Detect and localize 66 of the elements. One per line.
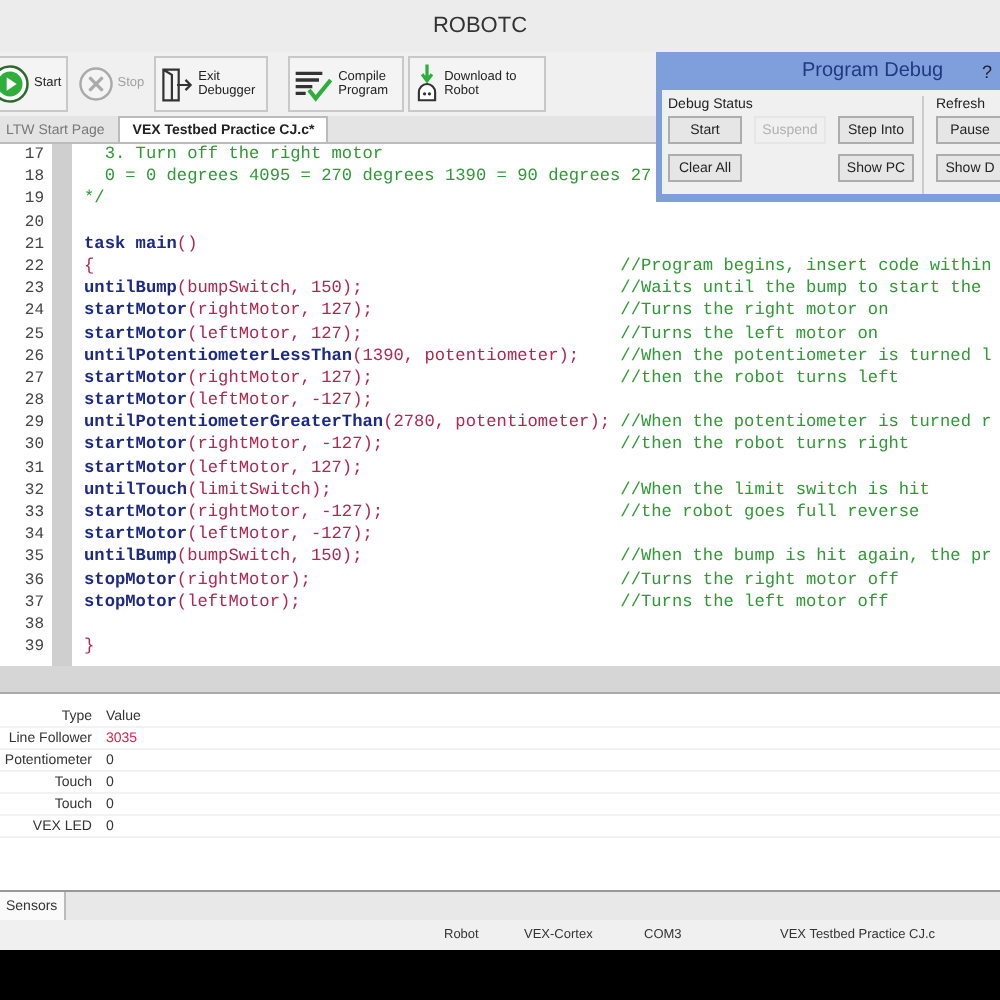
stop-icon xyxy=(77,66,114,102)
code-text: 0 = 0 degrees 4095 = 270 degrees 1390 = 90 degrees 27 xyxy=(104,166,652,189)
code-text: startMotor(rightMotor, 127); xyxy=(84,300,375,323)
line-number: 35 xyxy=(24,546,44,570)
code-comment: //Turns the right motor on xyxy=(620,300,889,323)
code-text: task main() xyxy=(84,233,198,256)
code-comment: //Waits until the bump to start the xyxy=(620,278,982,301)
help-button[interactable]: ? xyxy=(982,61,993,81)
line-number: 22 xyxy=(24,255,44,279)
line-number: 39 xyxy=(24,636,44,659)
code-comment: //Turns the left motor off xyxy=(620,591,889,614)
line-number: 32 xyxy=(24,479,44,502)
code-comment: //then the robot turns right xyxy=(620,434,910,458)
code-comment: //When the potentiometer is turned r xyxy=(620,412,992,435)
play-icon xyxy=(0,64,30,104)
code-text: untilPotentiometerGreaterThan(2780, potentiometer); xyxy=(84,412,613,435)
code-text: startMotor(rightMotor, 127); xyxy=(84,367,375,391)
code-comment: //the robot goes full reverse xyxy=(620,502,920,525)
code-text: { xyxy=(84,255,97,279)
line-number: 24 xyxy=(24,300,44,323)
dialog-title: Program Debug xyxy=(802,60,944,82)
line-number: 30 xyxy=(24,434,44,458)
code-comment: //When the bump is hit again, the pr xyxy=(620,546,992,570)
window-title: ROBOTC xyxy=(432,14,528,38)
code-text: */ xyxy=(84,188,105,212)
exit-door-icon xyxy=(160,65,195,103)
line-number: 19 xyxy=(24,188,44,212)
compile-check-icon xyxy=(294,67,335,101)
code-text: stopMotor(leftMotor); xyxy=(84,591,303,614)
line-number: 27 xyxy=(24,367,44,391)
code-text: untilBump(bumpSwitch, 150); xyxy=(84,278,365,301)
code-text: stopMotor(rightMotor); xyxy=(84,569,313,592)
line-number: 29 xyxy=(24,412,44,435)
code-text: untilBump(bumpSwitch, 150); xyxy=(84,546,365,570)
code-text: startMotor(leftMotor, -127); xyxy=(84,524,373,547)
code-comment: //then the robot turns left xyxy=(620,367,899,391)
panel-splitter[interactable] xyxy=(0,666,1000,694)
code-text: startMotor(rightMotor, -127); xyxy=(84,434,386,458)
line-number: 28 xyxy=(24,390,44,413)
code-text: untilTouch(limitSwitch); xyxy=(84,479,334,502)
line-number: 18 xyxy=(24,166,44,189)
code-text: } xyxy=(84,636,95,659)
code-comment: //When the potentiometer is turned l xyxy=(620,345,992,368)
line-number: 26 xyxy=(24,345,44,368)
line-number: 20 xyxy=(24,211,44,234)
line-number: 25 xyxy=(24,323,44,346)
line-number: 34 xyxy=(24,524,44,547)
line-number: 37 xyxy=(24,591,44,614)
code-comment: //Turns the right motor off xyxy=(620,569,899,592)
code-text: startMotor(leftMotor, -127); xyxy=(84,390,373,413)
line-number: 33 xyxy=(24,502,44,525)
line-number: 23 xyxy=(24,278,44,301)
code-text: untilPotentiometerLessThan(1390, potentiometer); xyxy=(84,345,582,368)
line-number: 38 xyxy=(24,613,44,637)
code-text: 3. Turn off the right motor xyxy=(102,144,384,167)
line-number: 21 xyxy=(24,233,44,256)
code-comment: //When the limit switch is hit xyxy=(620,479,930,502)
code-text: startMotor(leftMotor, 127); xyxy=(84,323,365,346)
code-text: startMotor(leftMotor, 127); xyxy=(84,457,363,480)
code-text: startMotor(rightMotor, -127); xyxy=(84,502,386,525)
robot-download-icon xyxy=(414,64,441,104)
line-number: 36 xyxy=(24,569,44,592)
code-comment: //Turns the left motor on xyxy=(620,323,879,346)
line-number: 17 xyxy=(24,144,44,167)
code-comment: //Program begins, insert code within xyxy=(620,255,992,279)
line-number: 31 xyxy=(24,457,44,480)
